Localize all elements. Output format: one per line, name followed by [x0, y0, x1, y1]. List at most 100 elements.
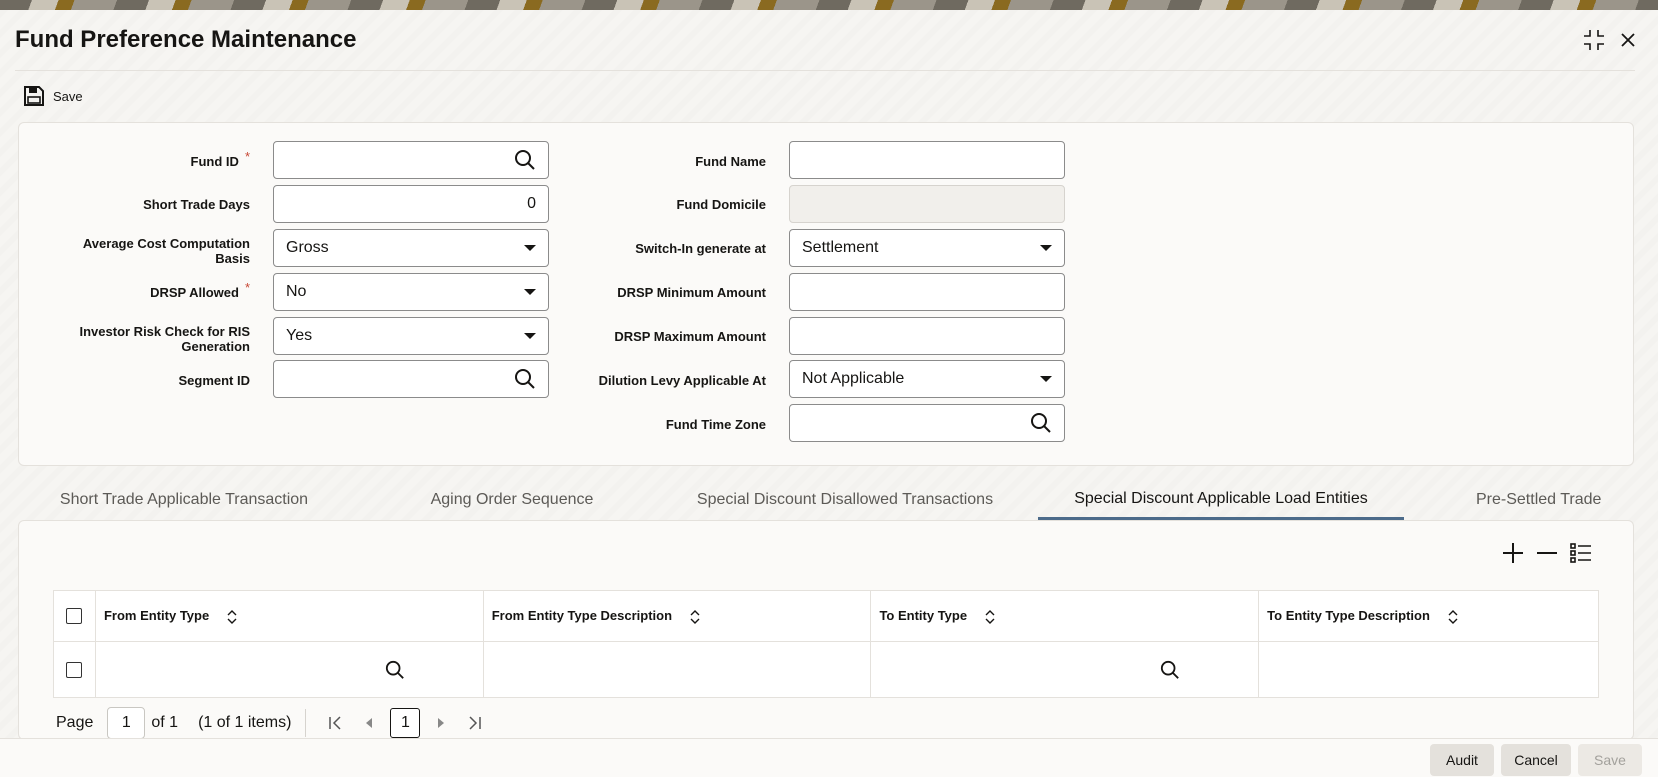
audit-button[interactable]: Audit — [1430, 744, 1494, 776]
select-all-checkbox[interactable] — [66, 608, 83, 625]
short-trade-days-field[interactable] — [273, 185, 549, 223]
dilution-levy-select[interactable]: Not Applicable — [789, 360, 1065, 398]
load-entities-table: From Entity Type From Entity Type Descri… — [53, 590, 1599, 698]
sort-icon[interactable] — [985, 609, 995, 624]
short-trade-days-input[interactable] — [286, 195, 536, 213]
from-entity-type-cell[interactable] — [94, 641, 484, 698]
tab-aging-order-sequence[interactable]: Aging Order Sequence — [380, 480, 644, 520]
pagination: Page 1 of 1 (1 of 1 items) 1 — [56, 706, 492, 740]
dilution-levy-label: Dilution Levy Applicable At — [598, 372, 766, 388]
last-page-button[interactable] — [458, 708, 492, 738]
chevron-down-icon — [524, 245, 536, 251]
required-mark: * — [244, 148, 250, 164]
fund-id-field[interactable] — [273, 141, 549, 179]
fund-time-zone-label: Fund Time Zone — [665, 416, 766, 432]
switch-in-generate-select[interactable]: Settlement — [789, 229, 1065, 267]
search-icon[interactable] — [1030, 412, 1052, 434]
sort-icon[interactable] — [1448, 609, 1458, 624]
minus-icon — [1537, 552, 1557, 554]
column-header-from-entity-type-description[interactable]: From Entity Type Description — [482, 590, 872, 642]
search-icon[interactable] — [385, 660, 405, 680]
to-entity-type-description-cell — [1258, 641, 1599, 698]
chevron-down-icon — [1040, 376, 1052, 382]
column-header-to-entity-type-description[interactable]: To Entity Type Description — [1258, 590, 1599, 642]
select-all-cell — [53, 590, 96, 642]
drsp-allowed-value: No — [286, 283, 307, 300]
dilution-levy-value: Not Applicable — [802, 370, 905, 387]
drsp-max-amount-field[interactable] — [789, 317, 1065, 355]
fund-domicile-label: Fund Domicile — [676, 196, 766, 212]
fund-name-label: Fund Name — [695, 153, 766, 169]
tab-special-discount-disallowed-transactions[interactable]: Special Discount Disallowed Transactions — [664, 480, 1026, 520]
table-header-row: From Entity Type From Entity Type Descri… — [53, 590, 1599, 642]
minimize-icon[interactable] — [1582, 28, 1606, 52]
fund-time-zone-input[interactable] — [802, 414, 1024, 432]
chevron-down-icon — [1040, 245, 1052, 251]
short-trade-days-label: Short Trade Days — [143, 196, 250, 212]
sort-icon[interactable] — [690, 609, 700, 624]
column-header-from-entity-type[interactable]: From Entity Type — [94, 590, 484, 642]
close-icon[interactable] — [1616, 28, 1640, 52]
footer-save-button[interactable]: Save — [1578, 744, 1642, 776]
switch-in-generate-label: Switch-In generate at — [635, 240, 766, 256]
next-page-button[interactable] — [424, 708, 458, 738]
segment-id-input[interactable] — [286, 370, 508, 388]
drsp-allowed-select[interactable]: No — [273, 273, 549, 311]
segment-id-label: Segment ID — [178, 372, 250, 388]
first-page-icon — [329, 716, 341, 730]
first-page-button[interactable] — [318, 708, 352, 738]
avg-cost-basis-value: Gross — [286, 239, 329, 256]
drsp-min-amount-input[interactable] — [802, 283, 1052, 301]
remove-row-button[interactable] — [1534, 540, 1560, 566]
to-entity-type-cell[interactable] — [870, 641, 1260, 698]
required-mark: * — [244, 279, 250, 295]
segment-id-field[interactable] — [273, 360, 549, 398]
row-checkbox[interactable] — [66, 661, 83, 678]
toolbar-save-label: Save — [53, 88, 83, 104]
add-row-button[interactable] — [1500, 540, 1526, 566]
tab-special-discount-applicable-load-entities[interactable]: Special Discount Applicable Load Entitie… — [1038, 480, 1404, 520]
fund-id-input[interactable] — [286, 151, 508, 169]
switch-in-generate-value: Settlement — [802, 239, 879, 256]
chevron-down-icon — [524, 289, 536, 295]
pager-divider — [305, 709, 307, 737]
list-detail-icon — [1570, 543, 1591, 563]
fund-time-zone-field[interactable] — [789, 404, 1065, 442]
drsp-max-amount-label: DRSP Maximum Amount — [614, 328, 766, 344]
footer-bar — [0, 738, 1658, 777]
drsp-allowed-label: DRSP Allowed * — [150, 279, 250, 300]
cancel-button[interactable]: Cancel — [1501, 744, 1571, 776]
current-page-button[interactable]: 1 — [390, 708, 421, 738]
fund-domicile-input — [802, 195, 1052, 213]
avg-cost-basis-label: Average Cost Computation Basis — [82, 236, 250, 266]
items-count-label: (1 of 1 items) — [198, 714, 292, 731]
fund-id-label: Fund ID * — [190, 148, 250, 169]
row-select-cell — [53, 641, 96, 698]
previous-page-button[interactable] — [352, 708, 386, 738]
drsp-max-amount-input[interactable] — [802, 327, 1052, 345]
investor-risk-check-select[interactable]: Yes — [273, 317, 549, 355]
search-icon[interactable] — [514, 368, 536, 390]
sort-icon[interactable] — [227, 609, 237, 624]
save-icon — [24, 86, 44, 106]
table-row — [53, 641, 1599, 698]
search-icon[interactable] — [514, 149, 536, 171]
investor-risk-check-value: Yes — [286, 327, 313, 344]
page-label: Page — [56, 714, 94, 731]
search-icon[interactable] — [1160, 660, 1180, 680]
fund-name-field[interactable] — [789, 141, 1065, 179]
fund-domicile-field — [789, 185, 1065, 223]
drsp-min-amount-label: DRSP Minimum Amount — [617, 284, 766, 300]
tab-short-trade-applicable-transaction[interactable]: Short Trade Applicable Transaction — [18, 480, 350, 520]
toolbar-save-button[interactable]: Save — [24, 84, 83, 108]
avg-cost-basis-select[interactable]: Gross — [273, 229, 549, 267]
drsp-min-amount-field[interactable] — [789, 273, 1065, 311]
column-header-to-entity-type[interactable]: To Entity Type — [870, 590, 1260, 642]
tab-pre-settled-trade[interactable]: Pre-Settled Trade — [1418, 480, 1654, 520]
title-divider — [15, 70, 1635, 71]
row-details-button[interactable] — [1568, 540, 1594, 566]
chevron-down-icon — [524, 333, 536, 339]
chevron-right-icon — [438, 718, 445, 728]
fund-name-input[interactable] — [802, 151, 1052, 169]
page-number-input[interactable]: 1 — [107, 707, 146, 739]
